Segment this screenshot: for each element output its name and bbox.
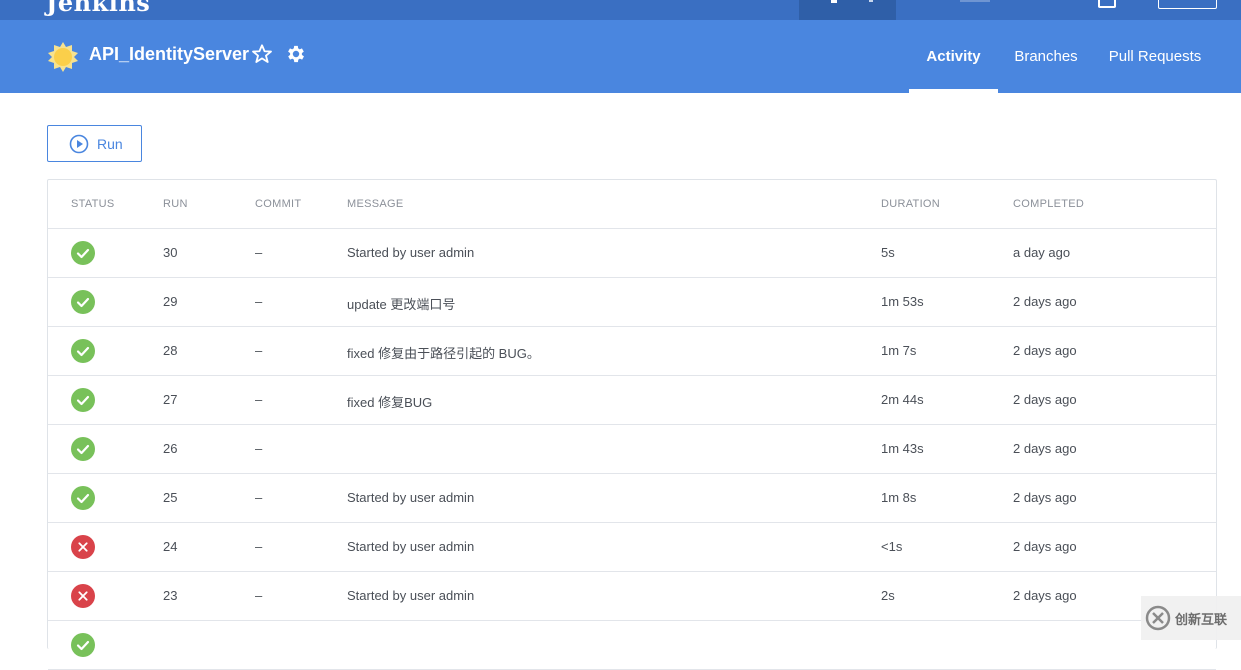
run-duration: 1m 8s	[881, 490, 917, 505]
column-header-completed: COMPLETED	[1013, 198, 1085, 210]
run-duration: 1m 43s	[881, 441, 924, 456]
run-completed: 2 days ago	[1013, 343, 1077, 358]
sun-icon	[48, 42, 78, 72]
run-message: fixed 修复由于路径引起的 BUG。	[347, 346, 540, 361]
run-completed: 2 days ago	[1013, 392, 1077, 407]
run-completed: 2 days ago	[1013, 441, 1077, 456]
table-header: STATUS RUN COMMIT MESSAGE DURATION COMPL…	[48, 180, 1216, 229]
run-number: 26	[163, 441, 178, 456]
watermark: 创新互联	[1141, 596, 1241, 640]
failure-icon	[71, 535, 95, 559]
jenkins-logo[interactable]: Jenkins	[46, 0, 150, 17]
commit-id: –	[255, 539, 263, 554]
commit-id: –	[255, 490, 263, 505]
success-icon	[71, 241, 95, 265]
watermark-logo-icon	[1145, 605, 1171, 631]
failure-icon	[71, 584, 95, 608]
table-row[interactable]: 27 – fixed 修复BUG 2m 44s 2 days ago	[48, 376, 1216, 425]
success-icon	[71, 486, 95, 510]
commit-id: –	[255, 294, 263, 309]
run-number: 30	[163, 245, 178, 260]
commit-id: –	[255, 588, 263, 603]
top-nav-bar: Jenkins	[0, 0, 1241, 20]
run-message: Started by user admin	[347, 245, 475, 260]
table-row[interactable]: 26 – 1m 43s 2 days ago	[48, 425, 1216, 474]
run-completed: 2 days ago	[1013, 539, 1077, 554]
commit-id: –	[255, 441, 263, 456]
run-button-label: Run	[97, 135, 123, 152]
column-header-duration: DURATION	[881, 198, 941, 210]
run-duration: 2s	[881, 588, 895, 603]
table-row[interactable]: 30 – Started by user admin 5s a day ago	[48, 229, 1216, 278]
run-completed: 2 days ago	[1013, 294, 1077, 309]
run-button[interactable]: Run	[47, 125, 142, 162]
watermark-text: 创新互联	[1175, 611, 1228, 627]
run-completed: 2 days ago	[1013, 588, 1077, 603]
run-number: 27	[163, 392, 178, 407]
run-completed: 2 days ago	[1013, 490, 1077, 505]
column-header-message: MESSAGE	[347, 198, 404, 210]
success-icon	[71, 290, 95, 314]
run-message: fixed 修复BUG	[347, 395, 433, 410]
success-icon	[71, 437, 95, 461]
commit-id: –	[255, 343, 263, 358]
tab-activity[interactable]: Activity	[909, 20, 998, 93]
star-icon[interactable]	[251, 43, 273, 65]
run-duration: 2m 44s	[881, 392, 924, 407]
success-icon	[71, 339, 95, 363]
run-number: 25	[163, 490, 178, 505]
top-nav-item-pipelines[interactable]	[799, 0, 896, 20]
table-row[interactable]: 29 – update 更改端口号 1m 53s 2 days ago	[48, 278, 1216, 327]
run-message: update 更改端口号	[347, 297, 456, 312]
table-row[interactable]: 25 – Started by user admin 1m 8s 2 days …	[48, 474, 1216, 523]
run-duration: <1s	[881, 539, 903, 554]
activity-table: STATUS RUN COMMIT MESSAGE DURATION COMPL…	[47, 179, 1217, 670]
tab-branches[interactable]: Branches	[1004, 20, 1088, 93]
run-number: 23	[163, 588, 178, 603]
run-number: 24	[163, 539, 178, 554]
top-nav-item-admin[interactable]	[960, 0, 990, 2]
run-message: Started by user admin	[347, 588, 475, 603]
run-completed: a day ago	[1013, 245, 1071, 260]
run-message: Started by user admin	[347, 490, 475, 505]
run-duration: 5s	[881, 245, 895, 260]
commit-id: –	[255, 392, 263, 407]
table-row[interactable]: 24 – Started by user admin <1s 2 days ag…	[48, 523, 1216, 572]
run-number: 29	[163, 294, 178, 309]
pipeline-title[interactable]: API_IdentityServer	[89, 44, 249, 65]
column-header-commit: COMMIT	[255, 198, 302, 210]
table-row[interactable]: 23 – Started by user admin 2s 2 days ago	[48, 572, 1216, 621]
gear-icon[interactable]	[285, 43, 307, 65]
table-row[interactable]: 28 – fixed 修复由于路径引起的 BUG。 1m 7s 2 days a…	[48, 327, 1216, 376]
tab-pull-requests[interactable]: Pull Requests	[1104, 20, 1206, 93]
column-header-run: RUN	[163, 198, 188, 210]
play-circle-icon	[69, 134, 89, 153]
table-row[interactable]	[48, 621, 1216, 670]
pipeline-header: API_IdentityServer Activity Branches Pul…	[0, 20, 1241, 93]
commit-id: –	[255, 245, 263, 260]
success-icon	[71, 633, 95, 657]
run-duration: 1m 53s	[881, 294, 924, 309]
run-duration: 1m 7s	[881, 343, 917, 358]
success-icon	[71, 388, 95, 412]
column-header-status: STATUS	[71, 198, 115, 210]
run-message: Started by user admin	[347, 539, 475, 554]
logout-button[interactable]	[1158, 0, 1217, 9]
run-number: 28	[163, 343, 178, 358]
exit-icon[interactable]	[1098, 0, 1116, 8]
